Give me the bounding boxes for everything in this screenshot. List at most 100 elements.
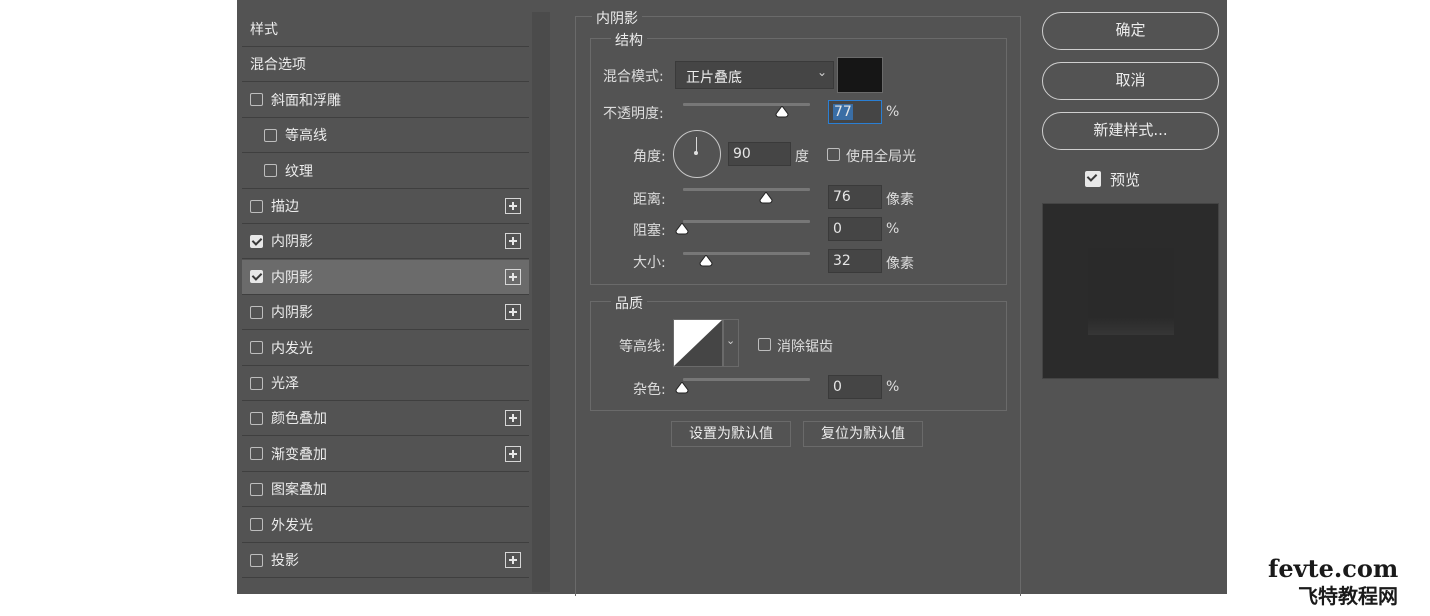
- size-label: 大小:: [633, 255, 666, 271]
- add-effect-plus-icon[interactable]: [505, 268, 521, 285]
- distance-input[interactable]: 76: [828, 185, 882, 209]
- style-enable-checkbox[interactable]: [264, 164, 277, 178]
- site-watermark: fevte.com 飞特教程网: [1268, 554, 1418, 608]
- contour-linear-icon: [674, 320, 722, 366]
- global-light-checkbox[interactable]: [827, 148, 840, 161]
- reset-default-button[interactable]: 复位为默认值: [803, 421, 923, 447]
- style-list-item-label: 内阴影: [271, 234, 313, 251]
- cancel-button[interactable]: 取消: [1042, 62, 1219, 100]
- noise-slider-track[interactable]: [683, 378, 810, 381]
- add-effect-plus-icon[interactable]: [505, 304, 521, 321]
- distance-slider-thumb[interactable]: [759, 192, 773, 204]
- style-list-item[interactable]: 图案叠加: [242, 472, 529, 508]
- angle-label: 角度:: [633, 149, 666, 165]
- style-enable-checkbox[interactable]: [250, 305, 263, 319]
- opacity-slider-track[interactable]: [683, 103, 810, 106]
- set-default-button[interactable]: 设置为默认值: [671, 421, 791, 447]
- layer-style-dialog: 样式 混合选项 斜面和浮雕 等高线 纹理 描边 内阴影 内阴影 内阴影 内发光 光泽 颜色叠加 渐变叠加…: [237, 0, 1227, 596]
- blend-mode-label: 混合模式:: [603, 69, 664, 85]
- preview-thumbnail: [1042, 203, 1219, 379]
- distance-label: 距离:: [633, 192, 666, 208]
- style-enable-checkbox[interactable]: [250, 518, 263, 532]
- style-list-item[interactable]: 斜面和浮雕: [242, 82, 529, 118]
- style-list-item-label: 投影: [271, 553, 299, 569]
- add-effect-plus-icon[interactable]: [505, 552, 521, 568]
- add-effect-plus-icon[interactable]: [505, 198, 521, 214]
- style-list-item[interactable]: 外发光: [242, 507, 529, 543]
- choke-label: 阻塞:: [633, 223, 666, 239]
- choke-slider-track[interactable]: [683, 220, 810, 223]
- angle-input[interactable]: 90: [728, 142, 791, 166]
- noise-slider-thumb[interactable]: [675, 382, 689, 394]
- style-enable-checkbox[interactable]: [250, 234, 263, 248]
- style-list-item[interactable]: 渐变叠加: [242, 436, 529, 472]
- style-enable-checkbox[interactable]: [250, 93, 263, 107]
- style-enable-checkbox[interactable]: [250, 270, 263, 284]
- style-list-scrollbar[interactable]: [532, 12, 550, 592]
- style-enable-checkbox[interactable]: [250, 376, 263, 390]
- style-list-item[interactable]: 内发光: [242, 330, 529, 366]
- choke-unit: %: [886, 221, 900, 237]
- angle-dial[interactable]: [673, 130, 721, 178]
- style-list-item[interactable]: 样式: [242, 12, 529, 47]
- style-list-item[interactable]: 内阴影: [242, 295, 529, 331]
- size-input[interactable]: 32: [828, 249, 882, 273]
- style-list-item-label: 样式: [250, 22, 278, 38]
- noise-unit: %: [886, 379, 900, 395]
- add-effect-plus-icon[interactable]: [505, 233, 521, 250]
- choke-slider-thumb[interactable]: [675, 223, 689, 235]
- style-enable-checkbox[interactable]: [250, 482, 263, 496]
- style-list-item-label: 描边: [271, 199, 299, 215]
- style-enable-checkbox[interactable]: [264, 128, 277, 142]
- blend-mode-select[interactable]: 正片叠底 ⌄: [675, 61, 834, 89]
- size-unit: 像素: [886, 256, 914, 272]
- watermark-site-name: 飞特教程网: [1298, 584, 1398, 608]
- style-list-item[interactable]: 等高线: [242, 118, 529, 154]
- choke-input[interactable]: 0: [828, 217, 882, 241]
- opacity-unit: %: [886, 104, 900, 120]
- style-list-item[interactable]: 投影: [242, 543, 529, 578]
- style-list-item-label: 图案叠加: [271, 482, 327, 499]
- ok-button[interactable]: 确定: [1042, 12, 1219, 50]
- antialias-checkbox[interactable]: [758, 338, 771, 351]
- opacity-input[interactable]: 77: [828, 100, 882, 124]
- style-list: 样式 混合选项 斜面和浮雕 等高线 纹理 描边 内阴影 内阴影 内阴影 内发光 光泽 颜色叠加 渐变叠加…: [242, 12, 529, 592]
- style-list-item-label: 光泽: [271, 376, 299, 392]
- style-enable-checkbox[interactable]: [250, 341, 263, 355]
- style-enable-checkbox[interactable]: [250, 447, 263, 461]
- style-enable-checkbox[interactable]: [250, 553, 263, 567]
- style-list-item[interactable]: 内阴影: [242, 224, 529, 260]
- style-list-item-label: 外发光: [271, 517, 313, 534]
- watermark-domain: fevte.com: [1268, 554, 1399, 583]
- style-list-item-label: 纹理: [285, 163, 313, 180]
- style-list-item[interactable]: 纹理: [242, 153, 529, 189]
- noise-label: 杂色:: [633, 382, 666, 398]
- opacity-value: 77: [833, 104, 853, 120]
- contour-picker[interactable]: [673, 319, 723, 367]
- shadow-color-swatch[interactable]: [837, 57, 883, 93]
- style-list-item[interactable]: 混合选项: [242, 47, 529, 83]
- new-style-button[interactable]: 新建样式...: [1042, 112, 1219, 150]
- structure-legend: 结构: [611, 30, 647, 50]
- preview-checkbox[interactable]: [1085, 171, 1101, 187]
- style-list-item-label: 等高线: [285, 128, 327, 145]
- noise-input[interactable]: 0: [828, 375, 882, 399]
- style-list-item-label: 混合选项: [250, 57, 306, 74]
- style-list-item[interactable]: 描边: [242, 189, 529, 224]
- style-list-item[interactable]: 内阴影: [242, 259, 529, 295]
- add-effect-plus-icon[interactable]: [505, 445, 521, 462]
- distance-unit: 像素: [886, 192, 914, 208]
- preview-label: 预览: [1110, 171, 1141, 189]
- contour-dropdown-button[interactable]: ⌄: [723, 319, 739, 367]
- style-enable-checkbox[interactable]: [250, 199, 263, 213]
- distance-slider-track[interactable]: [683, 188, 810, 191]
- blend-mode-value: 正片叠底: [686, 70, 742, 86]
- add-effect-plus-icon[interactable]: [505, 410, 521, 427]
- opacity-slider-thumb[interactable]: [775, 106, 789, 118]
- style-list-item[interactable]: 光泽: [242, 366, 529, 401]
- size-slider-thumb[interactable]: [699, 255, 713, 267]
- style-list-item[interactable]: 颜色叠加: [242, 401, 529, 437]
- style-enable-checkbox[interactable]: [250, 411, 263, 425]
- quality-legend: 品质: [611, 293, 647, 313]
- antialias-label: 消除锯齿: [777, 339, 833, 355]
